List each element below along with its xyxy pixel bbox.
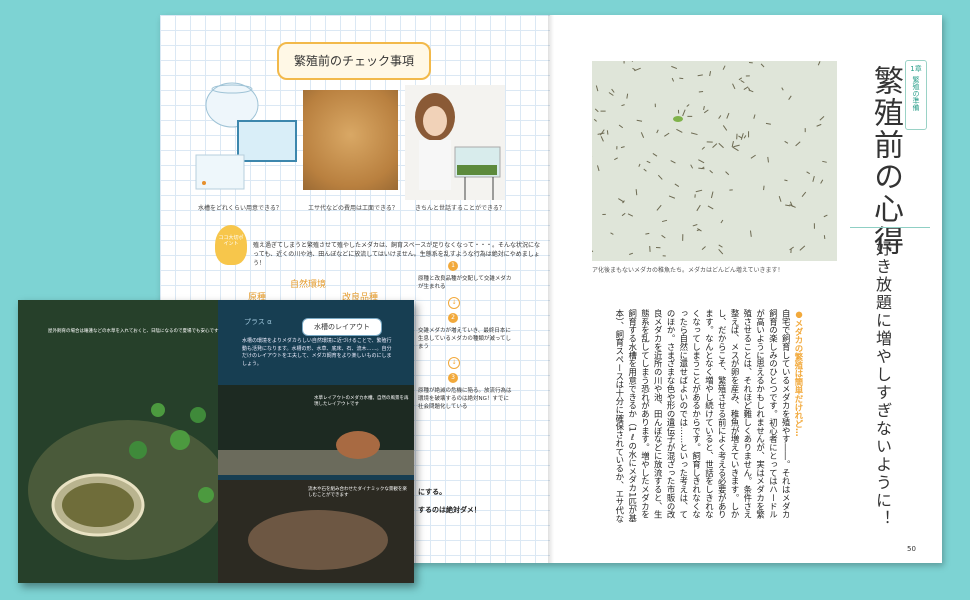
bottom-line-1: にする。 bbox=[418, 488, 447, 496]
layout-title: 水槽のレイアウト bbox=[302, 318, 382, 336]
step-1-number: 1 bbox=[448, 261, 458, 271]
fry-speck bbox=[635, 189, 638, 196]
bottom-line-2: するのは絶対ダメ！ bbox=[418, 506, 481, 514]
inset-photo-caption: 屋外飼育の場合は睡蓮などの水草を入れておくと、日陰になるので夏場でも安心です bbox=[48, 329, 219, 334]
page-number: 50 bbox=[907, 545, 916, 553]
chapter-tab: 1章 繁殖の準備 bbox=[905, 60, 927, 130]
caption-tanks: 水槽をどれくらい用意できる？ bbox=[198, 205, 282, 212]
fry-speck bbox=[645, 232, 650, 235]
page-heading: 繁殖前の心得 bbox=[868, 65, 903, 257]
fry-speck bbox=[606, 130, 609, 135]
env-title: 自然環境 bbox=[290, 280, 327, 290]
body-text-block: ●メダカの繁殖は簡単だけれど… 自宅で飼育しているメダカを殖やす――。それはメダ… bbox=[615, 309, 805, 524]
step-2-text: 交雑メダカが増えていき、最終日本に生息しているメダカの種類が減ってしまう bbox=[418, 328, 512, 350]
step-3-text: 原種が絶滅の危機に陥る。放流行為は環境を破壊するのは絶対NG！すでに社会問題化し… bbox=[418, 388, 512, 410]
caption-food: エサ代などの費用は工面できる？ bbox=[308, 205, 398, 212]
fry-speck bbox=[698, 167, 705, 170]
layout-desc: 水槽の環境をよりメダカらしい自然環境に近づけることで、繁殖行動も活発になります。… bbox=[242, 338, 392, 367]
book-gutter bbox=[548, 15, 554, 563]
page-subheading: 好き放題に増やしすぎないように！ bbox=[873, 240, 892, 528]
fry-photo bbox=[592, 61, 837, 261]
step-2-number: 2 bbox=[448, 313, 458, 323]
chapter-label: 繁殖の準備 bbox=[912, 76, 920, 111]
heading-divider bbox=[850, 227, 930, 228]
inset-caption-mid: 水草レイアウトのメダカ水槽。自然の風景を再現したレイアウトです bbox=[314, 396, 409, 407]
aquarium-tanks-image bbox=[195, 82, 297, 190]
inset-caption-bottom: 流木や石を組み合わせたダイナミックな景観を楽しむことができます bbox=[308, 487, 407, 498]
arrow-down-icon: ↓ bbox=[448, 297, 460, 309]
section-title: ●メダカの繁殖は簡単だけれど… bbox=[794, 309, 804, 437]
step-3-number: 3 bbox=[448, 373, 458, 383]
check-title: 繁殖前のチェック事項 bbox=[277, 42, 431, 80]
fish-food-image bbox=[303, 90, 398, 190]
tip-text: 殖え過ぎてしまうと繁殖させて殖やしたメダカは、飼育スペースが足りなくなって・・・… bbox=[253, 242, 540, 267]
fry-speck bbox=[767, 156, 769, 163]
step-1-text: 原種と改良品種が交配して交雑メダカが生まれる bbox=[418, 276, 512, 290]
fry-photo-caption: ア化後まもないメダカの稚魚たち。メダカはどんどん増えていきます！ bbox=[592, 267, 784, 274]
body-text: 自宅で飼育しているメダカを殖やす――。それはメダカ飼育の楽しみのひとつです。初心… bbox=[615, 309, 792, 523]
arrow-down-icon: ↓ bbox=[448, 357, 460, 369]
chapter-number: 1章 bbox=[910, 65, 922, 73]
bulb-label: ココ大切ポイント bbox=[218, 235, 244, 247]
plus-alpha-tag: プラス α bbox=[244, 318, 272, 326]
caption-care: きちんと世話することができる？ bbox=[415, 205, 505, 212]
woman-with-aquarium-image bbox=[405, 85, 505, 200]
